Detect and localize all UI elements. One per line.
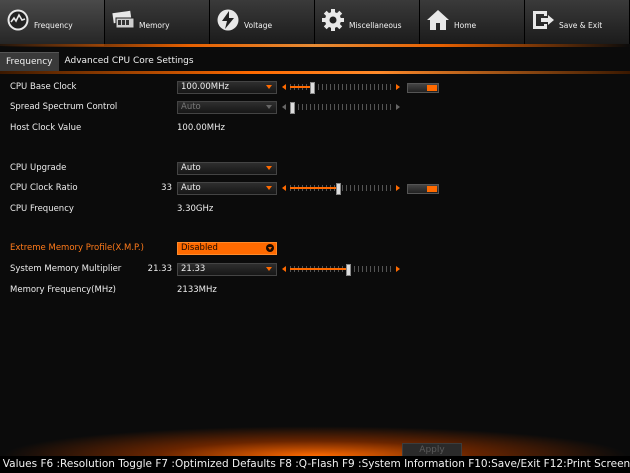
host-clock-value: 100.00MHz (177, 123, 225, 133)
dropdown-value: Disabled (181, 243, 218, 253)
top-navigation: Frequency Memory Voltage Miscellaneous H… (0, 0, 630, 46)
tab-label: Miscellaneous (349, 21, 402, 30)
setting-xmp: Extreme Memory Profile(X.M.P.) Disabled (0, 241, 630, 255)
bottom-glow (0, 426, 630, 456)
setting-label: CPU Base Clock (10, 82, 77, 92)
memory-frequency-value: 2133MHz (177, 285, 217, 295)
cpu-base-clock-toggle[interactable] (407, 83, 439, 93)
tab-frequency[interactable]: Frequency (0, 0, 105, 46)
setting-cpu-base-clock: CPU Base Clock 100.00MHz (0, 80, 630, 94)
setting-cpu-upgrade: CPU Upgrade Auto (0, 161, 630, 175)
slider-track (290, 104, 392, 110)
chevron-down-icon (266, 267, 272, 271)
exit-icon (533, 11, 554, 29)
chevron-down-icon (266, 186, 272, 190)
slider-fill (290, 268, 346, 270)
setting-spread-spectrum: Spread Spectrum Control Auto (0, 100, 630, 114)
spread-spectrum-slider[interactable] (282, 102, 400, 114)
chevron-down-icon (266, 85, 272, 89)
tab-label: Save & Exit (559, 21, 603, 30)
current-value: 21.33 (147, 264, 172, 274)
memory-icon (112, 10, 135, 29)
hotkey-hints: s Values F6 :Resolution Toggle F7 :Optim… (0, 458, 630, 470)
cpu-base-clock-slider[interactable] (282, 82, 400, 94)
arrow-right-icon[interactable] (396, 104, 400, 110)
setting-label: Spread Spectrum Control (10, 102, 118, 112)
subtab-advanced-cpu-core-settings[interactable]: Advanced CPU Core Settings (59, 52, 200, 70)
tab-label: Home (454, 21, 477, 30)
memory-multiplier-dropdown[interactable]: 21.33 (177, 263, 277, 276)
dropdown-value: Auto (181, 102, 201, 112)
setting-label: Extreme Memory Profile(X.M.P.) (10, 243, 144, 253)
toggle-knob (427, 186, 437, 192)
tab-voltage[interactable]: Voltage (210, 0, 315, 44)
setting-cpu-frequency: CPU Frequency 3.30GHz (0, 202, 630, 216)
chevron-down-icon (266, 166, 272, 170)
toggle-knob (427, 85, 437, 91)
cpu-frequency-value: 3.30GHz (177, 204, 214, 214)
chevron-down-icon (266, 244, 274, 252)
tab-label: Voltage (244, 21, 273, 30)
nav-accent-line (0, 44, 630, 47)
dropdown-value: 100.00MHz (181, 82, 229, 92)
cpu-clock-ratio-dropdown[interactable]: Auto (177, 182, 277, 195)
dropdown-value: Auto (181, 183, 201, 193)
arrow-right-icon[interactable] (396, 185, 400, 191)
setting-label: CPU Clock Ratio (10, 183, 78, 193)
dropdown-value: Auto (181, 163, 201, 173)
xmp-dropdown[interactable]: Disabled (177, 242, 277, 255)
setting-memory-frequency: Memory Frequency(MHz) 2133MHz (0, 283, 630, 297)
tab-label: Memory (139, 21, 170, 30)
setting-label: System Memory Multiplier (10, 264, 122, 274)
hotkey-hint-bar: s Values F6 :Resolution Toggle F7 :Optim… (0, 456, 630, 473)
setting-memory-multiplier: System Memory Multiplier 21.33 21.33 (0, 262, 630, 276)
home-icon (427, 10, 449, 30)
subtab-frequency[interactable]: Frequency (0, 52, 59, 71)
tab-home[interactable]: Home (420, 0, 525, 44)
setting-label: CPU Upgrade (10, 163, 67, 173)
setting-host-clock: Host Clock Value 100.00MHz (0, 121, 630, 135)
setting-label: CPU Frequency (10, 204, 74, 214)
slider-fill (290, 86, 310, 88)
arrow-right-icon[interactable] (396, 84, 400, 90)
slider-knob[interactable] (310, 82, 315, 94)
arrow-left-icon[interactable] (282, 185, 286, 191)
dropdown-value: 21.33 (181, 264, 206, 274)
tab-save-exit[interactable]: Save & Exit (525, 0, 630, 44)
tab-memory[interactable]: Memory (105, 0, 210, 44)
tab-miscellaneous[interactable]: Miscellaneous (315, 0, 420, 44)
cpu-clock-ratio-slider[interactable] (282, 183, 400, 195)
cpu-base-clock-dropdown[interactable]: 100.00MHz (177, 81, 277, 94)
memory-multiplier-slider[interactable] (282, 264, 400, 276)
arrow-left-icon[interactable] (282, 84, 286, 90)
slider-knob[interactable] (346, 264, 351, 276)
setting-cpu-clock-ratio: CPU Clock Ratio 33 Auto (0, 181, 630, 195)
subtab-bar: Frequency Advanced CPU Core Settings (0, 52, 630, 72)
slider-fill (290, 187, 336, 189)
gear-icon (322, 9, 344, 31)
gauge-icon (7, 9, 29, 31)
spread-spectrum-dropdown[interactable]: Auto (177, 101, 277, 114)
cpu-upgrade-dropdown[interactable]: Auto (177, 162, 277, 175)
subtab-accent-line (0, 71, 630, 74)
setting-label: Host Clock Value (10, 123, 82, 133)
bolt-icon (217, 9, 239, 31)
arrow-left-icon[interactable] (282, 266, 286, 272)
cpu-clock-ratio-toggle[interactable] (407, 184, 439, 194)
slider-knob[interactable] (290, 102, 295, 114)
current-value: 33 (161, 183, 172, 193)
setting-label: Memory Frequency(MHz) (10, 285, 117, 295)
arrow-left-icon[interactable] (282, 104, 286, 110)
arrow-right-icon[interactable] (396, 266, 400, 272)
tab-label: Frequency (34, 21, 73, 30)
slider-knob[interactable] (336, 183, 341, 195)
apply-button[interactable]: Apply (402, 443, 462, 457)
chevron-down-icon (266, 105, 272, 109)
